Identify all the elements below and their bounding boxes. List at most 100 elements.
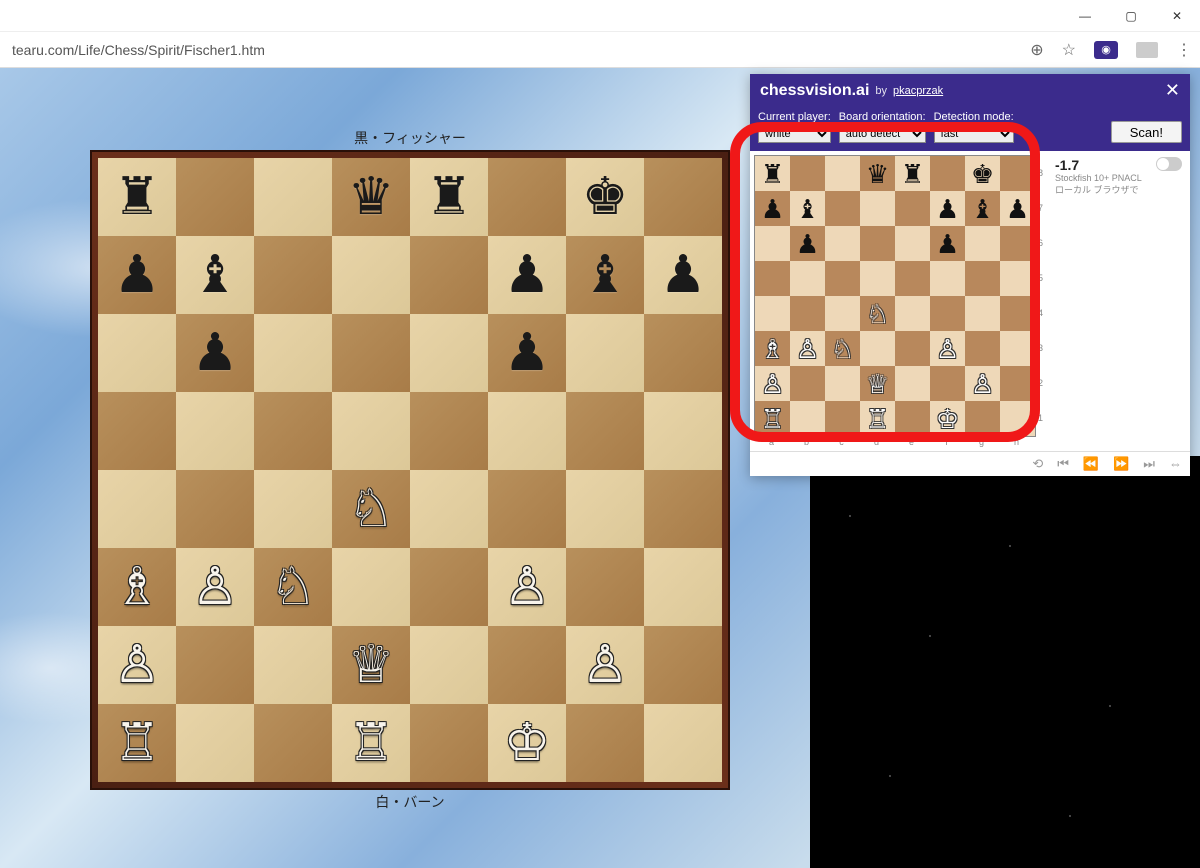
square[interactable] — [254, 236, 332, 314]
orientation-select[interactable]: auto detect — [839, 125, 926, 143]
square[interactable] — [176, 704, 254, 782]
square[interactable] — [790, 261, 825, 296]
panel-close-icon[interactable]: ✕ — [1165, 80, 1180, 101]
square[interactable] — [965, 331, 1000, 366]
square[interactable]: ♚ — [965, 156, 1000, 191]
square[interactable] — [965, 261, 1000, 296]
square[interactable] — [410, 470, 488, 548]
square[interactable] — [410, 548, 488, 626]
square[interactable] — [825, 366, 860, 401]
engine-toggle[interactable] — [1156, 157, 1182, 171]
extension-chessvision-icon[interactable]: ◉ — [1094, 41, 1118, 59]
square[interactable] — [176, 158, 254, 236]
square[interactable] — [1000, 296, 1035, 331]
square[interactable]: ♟ — [930, 226, 965, 261]
square[interactable]: ♜ — [755, 156, 790, 191]
square[interactable] — [790, 156, 825, 191]
square[interactable] — [790, 296, 825, 331]
square[interactable] — [965, 296, 1000, 331]
square[interactable] — [860, 226, 895, 261]
square[interactable] — [644, 470, 722, 548]
square[interactable] — [566, 704, 644, 782]
square[interactable] — [755, 226, 790, 261]
square[interactable] — [790, 401, 825, 436]
zoom-icon[interactable]: ⊕ — [1030, 40, 1043, 60]
square[interactable] — [860, 261, 895, 296]
square[interactable] — [895, 261, 930, 296]
square[interactable]: ♟ — [930, 191, 965, 226]
square[interactable] — [644, 392, 722, 470]
bookmark-star-icon[interactable]: ☆ — [1062, 40, 1076, 60]
square[interactable] — [1000, 331, 1035, 366]
square[interactable] — [332, 314, 410, 392]
square[interactable]: ♟ — [790, 226, 825, 261]
current-player-select[interactable]: white — [758, 125, 831, 143]
square[interactable] — [254, 158, 332, 236]
detection-mode-select[interactable]: fast — [934, 125, 1014, 143]
author-link[interactable]: pkacprzak — [893, 85, 943, 97]
square[interactable]: ♖ — [332, 704, 410, 782]
square[interactable]: ♗ — [98, 548, 176, 626]
square[interactable] — [895, 191, 930, 226]
square[interactable] — [825, 156, 860, 191]
window-maximize-button[interactable]: ▢ — [1108, 0, 1154, 32]
square[interactable] — [790, 366, 825, 401]
square[interactable]: ♘ — [254, 548, 332, 626]
square[interactable]: ♘ — [860, 296, 895, 331]
square[interactable] — [965, 226, 1000, 261]
square[interactable] — [410, 236, 488, 314]
square[interactable]: ♖ — [98, 704, 176, 782]
square[interactable] — [98, 392, 176, 470]
square[interactable] — [566, 314, 644, 392]
square[interactable] — [488, 158, 566, 236]
square[interactable] — [825, 191, 860, 226]
square[interactable]: ♚ — [566, 158, 644, 236]
square[interactable] — [965, 401, 1000, 436]
square[interactable] — [895, 296, 930, 331]
prev-move-icon[interactable]: ⏪ — [1083, 456, 1099, 472]
square[interactable]: ♟ — [176, 314, 254, 392]
square[interactable] — [825, 296, 860, 331]
square[interactable]: ♟ — [1000, 191, 1035, 226]
square[interactable] — [895, 226, 930, 261]
square[interactable]: ♟ — [488, 236, 566, 314]
square[interactable]: ♖ — [860, 401, 895, 436]
square[interactable]: ♙ — [755, 366, 790, 401]
square[interactable] — [755, 261, 790, 296]
square[interactable] — [755, 296, 790, 331]
square[interactable] — [1000, 366, 1035, 401]
square[interactable] — [566, 470, 644, 548]
square[interactable] — [176, 626, 254, 704]
square[interactable] — [644, 704, 722, 782]
square[interactable] — [410, 392, 488, 470]
square[interactable] — [332, 392, 410, 470]
window-close-button[interactable]: ✕ — [1154, 0, 1200, 32]
window-minimize-button[interactable]: — — [1062, 0, 1108, 32]
square[interactable] — [254, 626, 332, 704]
square[interactable]: ♛ — [332, 158, 410, 236]
square[interactable] — [930, 156, 965, 191]
square[interactable]: ♙ — [176, 548, 254, 626]
square[interactable] — [176, 470, 254, 548]
square[interactable] — [825, 401, 860, 436]
square[interactable] — [1000, 156, 1035, 191]
square[interactable] — [644, 626, 722, 704]
last-move-icon[interactable]: ⏭ — [1143, 456, 1155, 472]
scan-button[interactable]: Scan! — [1111, 121, 1182, 143]
square[interactable] — [930, 296, 965, 331]
square[interactable]: ♝ — [566, 236, 644, 314]
main-chessboard[interactable]: ♜♛♜♚♟♝♟♝♟♟♟♘♗♙♘♙♙♕♙♖♖♔ — [98, 158, 722, 782]
square[interactable]: ♙ — [566, 626, 644, 704]
square[interactable]: ♘ — [825, 331, 860, 366]
square[interactable] — [644, 548, 722, 626]
square[interactable] — [332, 548, 410, 626]
square[interactable] — [1000, 261, 1035, 296]
square[interactable]: ♟ — [98, 236, 176, 314]
square[interactable] — [176, 392, 254, 470]
square[interactable] — [930, 261, 965, 296]
square[interactable] — [488, 392, 566, 470]
square[interactable]: ♜ — [895, 156, 930, 191]
square[interactable] — [825, 261, 860, 296]
square[interactable]: ♜ — [410, 158, 488, 236]
square[interactable]: ♙ — [930, 331, 965, 366]
